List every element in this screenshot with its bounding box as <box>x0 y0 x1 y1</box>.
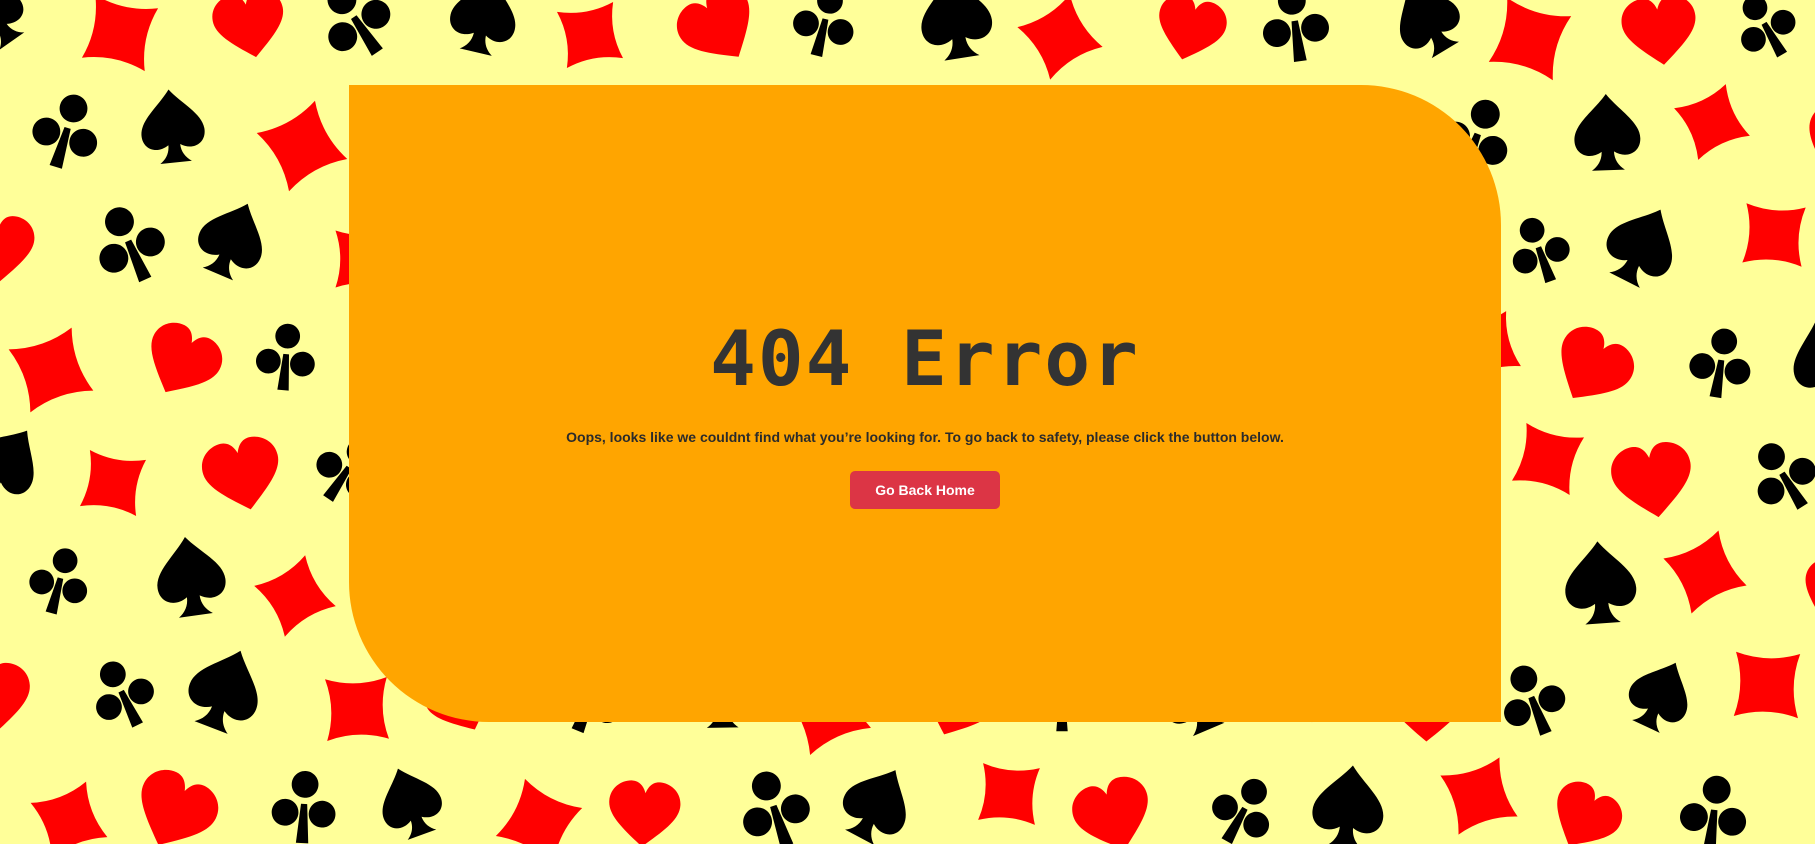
spade-icon <box>1804 764 1815 844</box>
spade-icon <box>188 650 258 734</box>
diamond-icon <box>556 1 624 69</box>
go-back-home-button[interactable]: Go Back Home <box>850 471 1000 509</box>
heart-icon <box>1159 0 1227 60</box>
heart-icon <box>212 0 284 58</box>
heart-icon <box>1611 442 1691 518</box>
diamond-icon <box>1663 530 1747 614</box>
heart-icon <box>151 322 223 393</box>
club-icon <box>271 771 336 844</box>
spade-icon <box>198 203 262 281</box>
diamond-icon <box>81 0 159 72</box>
heart-icon <box>201 436 279 510</box>
club-icon <box>96 661 154 728</box>
error-card: 404 Error Oops, looks like we couldnt fi… <box>349 85 1501 722</box>
heart-icon <box>1805 558 1815 624</box>
spade-icon <box>0 0 25 50</box>
heart-icon <box>676 0 750 57</box>
spade-icon <box>1793 318 1815 403</box>
heart-icon <box>1621 0 1696 65</box>
club-icon <box>29 548 88 615</box>
diamond-icon <box>978 763 1040 825</box>
diamond-icon <box>256 100 348 192</box>
spade-icon <box>450 0 516 56</box>
club-icon <box>255 323 315 391</box>
heart-icon <box>609 780 681 844</box>
spade-icon <box>382 768 442 840</box>
error-title: 404 Error <box>710 314 1140 403</box>
heart-icon <box>0 662 30 735</box>
diamond-icon <box>1440 757 1518 835</box>
club-icon <box>1680 775 1747 844</box>
heart-icon <box>1557 781 1623 844</box>
error-message: Oops, looks like we couldnt find what yo… <box>566 429 1284 445</box>
diamond-icon <box>1674 84 1750 160</box>
club-icon <box>1757 443 1815 510</box>
club-icon <box>1212 778 1270 844</box>
club-icon <box>327 0 391 56</box>
spade-icon <box>842 770 906 844</box>
heart-icon <box>141 770 219 844</box>
spade-icon <box>1312 765 1384 844</box>
diamond-icon <box>254 555 336 637</box>
spade-icon <box>1574 94 1641 171</box>
heart-icon <box>1809 104 1815 177</box>
diamond-icon <box>79 449 147 517</box>
club-icon <box>1689 328 1751 399</box>
spade-icon <box>1565 541 1637 625</box>
spade-icon <box>0 430 34 504</box>
club-icon <box>32 94 98 169</box>
diamond-icon <box>30 781 108 844</box>
diamond-icon <box>495 778 583 844</box>
club-icon <box>1504 665 1566 736</box>
spade-icon <box>1628 662 1688 733</box>
club-icon <box>99 207 165 283</box>
diamond-icon <box>325 677 389 741</box>
club-icon <box>1512 217 1570 284</box>
diamond-icon <box>1017 0 1103 80</box>
heart-icon <box>1561 326 1634 399</box>
diamond-icon <box>1733 651 1801 719</box>
spade-icon <box>1399 0 1460 59</box>
diamond-icon <box>1742 203 1806 267</box>
spade-icon <box>921 0 992 61</box>
diamond-icon <box>8 327 94 413</box>
spade-icon <box>1606 209 1673 288</box>
diamond-icon <box>1488 0 1572 81</box>
club-icon <box>1741 0 1796 58</box>
heart-icon <box>1072 776 1148 844</box>
club-icon <box>1263 0 1329 63</box>
club-icon <box>743 771 810 844</box>
diamond-icon <box>1511 422 1585 496</box>
heart-icon <box>0 216 35 282</box>
club-icon <box>793 0 854 58</box>
spade-icon <box>157 536 226 618</box>
spade-icon <box>141 89 205 165</box>
